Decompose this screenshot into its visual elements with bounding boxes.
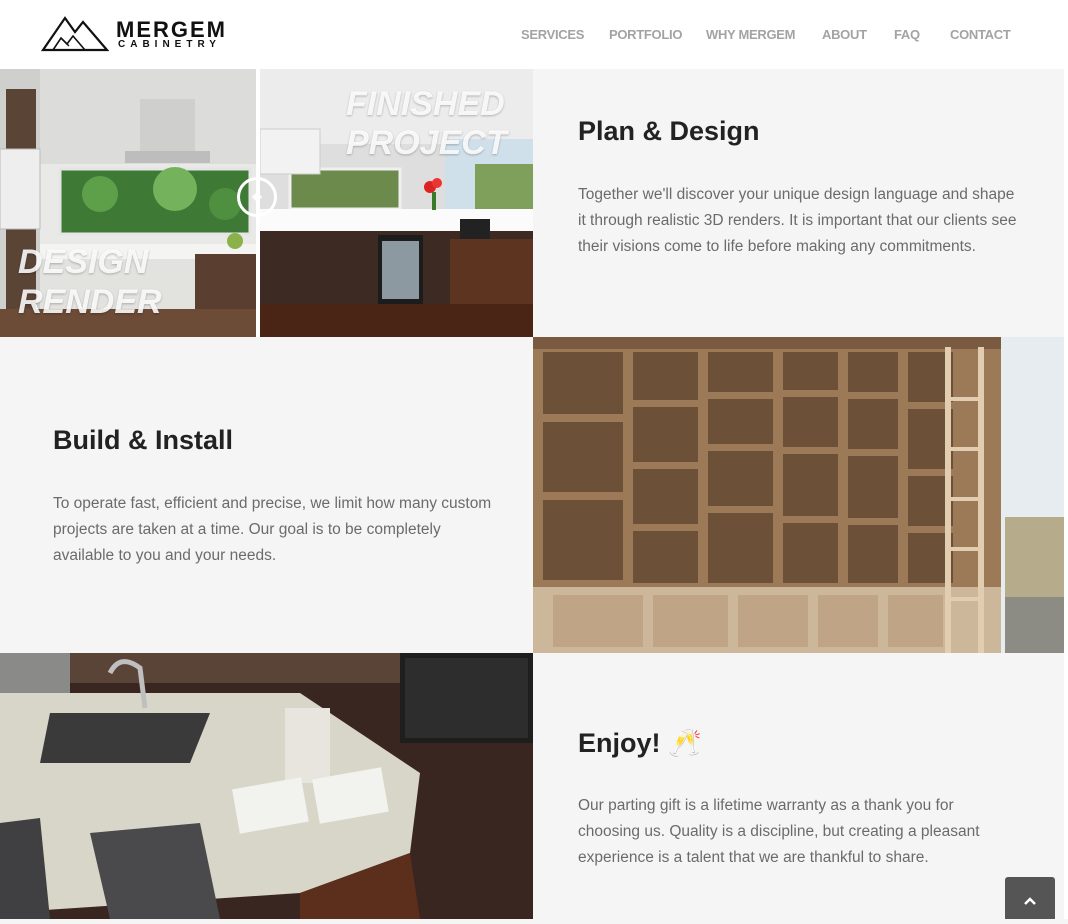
- enjoy-title: Enjoy! 🥂: [578, 728, 702, 758]
- finished-project-label-2: PROJECT: [346, 124, 507, 162]
- plan-design-title: Plan & Design: [578, 116, 760, 146]
- design-render-image: DESIGN RENDER: [0, 69, 257, 337]
- nav-item-services[interactable]: SERVICES: [521, 27, 584, 42]
- nav-item-about[interactable]: ABOUT: [822, 27, 867, 42]
- plan-design-text: Together we'll discover your unique desi…: [578, 186, 1017, 255]
- scroll-to-top-button[interactable]: [1005, 877, 1055, 919]
- chevron-up-icon: [1024, 897, 1036, 905]
- design-render-label-2: RENDER: [18, 283, 162, 321]
- main-nav: SERVICES PORTFOLIO WHY MERGEM ABOUT FAQ …: [0, 27, 1068, 43]
- enjoy-section: Enjoy! 🥂 Our parting gift is a lifetime …: [533, 653, 1064, 919]
- nav-item-faq[interactable]: FAQ: [894, 27, 920, 42]
- nav-item-contact[interactable]: CONTACT: [950, 27, 1011, 42]
- compare-handle[interactable]: [237, 177, 277, 217]
- compare-arrows-icon: [252, 193, 262, 201]
- nav-item-portfolio[interactable]: PORTFOLIO: [609, 27, 682, 42]
- build-install-section: Build & Install To operate fast, efficie…: [0, 337, 533, 653]
- design-render-label-1: DESIGN: [18, 243, 149, 281]
- finished-project-image: FINISHED PROJECT: [260, 69, 533, 337]
- enjoy-text: Our parting gift is a lifetime warranty …: [578, 797, 980, 866]
- site-header: MERGEM CABINETRY SERVICES PORTFOLIO WHY …: [0, 0, 1068, 69]
- plan-design-section: Plan & Design Together we'll discover yo…: [533, 69, 1064, 337]
- build-install-title: Build & Install: [53, 425, 234, 455]
- nav-item-why-mergem[interactable]: WHY MERGEM: [706, 27, 796, 42]
- page-edge: [1064, 69, 1068, 919]
- build-install-text: To operate fast, efficient and precise, …: [53, 495, 492, 564]
- built-shelves-image: [533, 337, 1064, 653]
- kitchen-island-image: [0, 653, 533, 919]
- finished-project-label-1: FINISHED: [346, 85, 505, 123]
- design-compare-slider[interactable]: DESIGN RENDER FINISHED PROJECT: [0, 69, 533, 337]
